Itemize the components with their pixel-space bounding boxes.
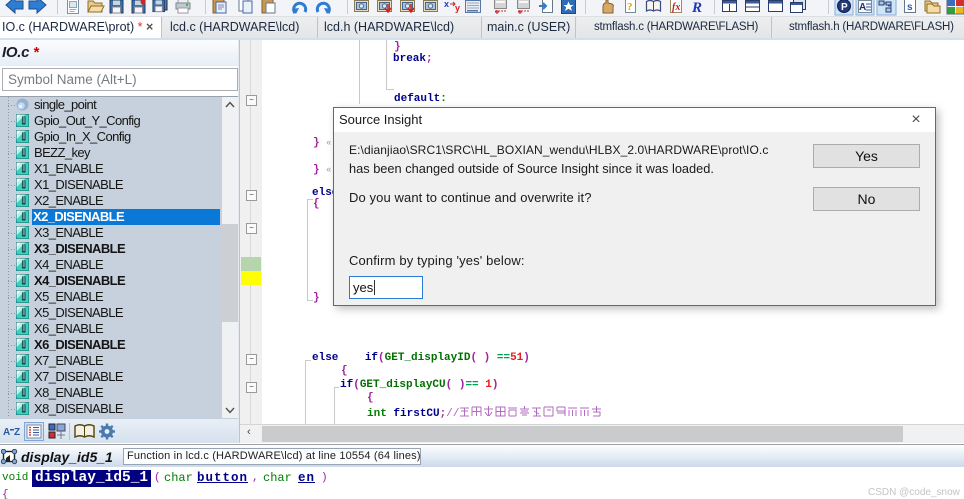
svg-text:?: ?: [627, 1, 633, 13]
svg-text:fx: fx: [672, 2, 680, 13]
svg-text:P: P: [841, 2, 848, 13]
svg-text:A: A: [3, 427, 10, 438]
svg-text:x: x: [444, 0, 449, 9]
svg-text:A: A: [859, 2, 866, 13]
svg-text:Z: Z: [14, 427, 20, 438]
svg-text:y: y: [455, 3, 460, 13]
svg-text:R: R: [691, 0, 702, 16]
svg-text:s: s: [907, 2, 913, 13]
